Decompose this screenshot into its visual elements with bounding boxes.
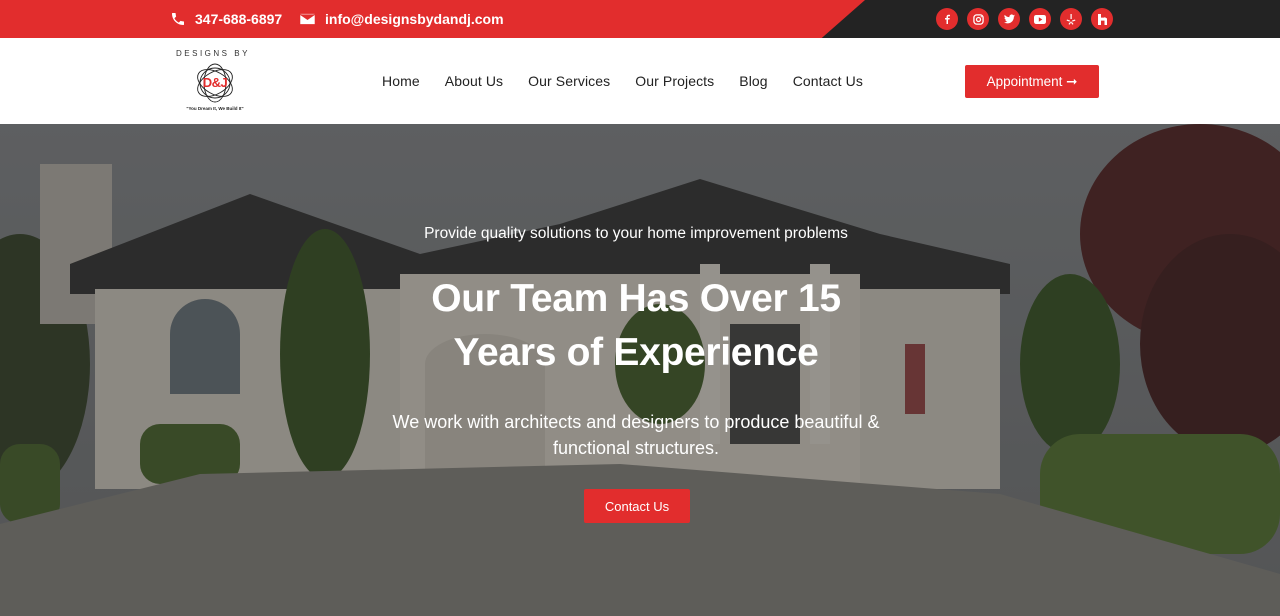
phone-number: 347-688-6897 [195, 11, 283, 27]
hero-headline: Our Team Has Over 15 Years of Experience [431, 277, 841, 374]
phone-link[interactable]: 347-688-6897 [170, 0, 282, 38]
hero-kicker: Provide quality solutions to your home i… [424, 225, 848, 242]
nav-contact-us[interactable]: Contact Us [793, 73, 863, 89]
hero-section: Provide quality solutions to your home i… [0, 124, 1280, 616]
main-nav: Home About Us Our Services Our Projects … [382, 38, 888, 124]
nav-our-projects[interactable]: Our Projects [635, 73, 714, 89]
hero-subtext: We work with architects and designers to… [392, 412, 880, 458]
nav-about-us[interactable]: About Us [445, 73, 503, 89]
email-address: info@designsbydandj.com [325, 11, 504, 27]
youtube-icon[interactable] [1029, 8, 1051, 30]
logo-mark: D&J [202, 75, 228, 90]
facebook-icon[interactable] [936, 8, 958, 30]
envelope-icon [299, 12, 316, 26]
site-header: DESIGNS BY D&J "You Dream It, We Build I… [0, 38, 1280, 124]
nav-blog[interactable]: Blog [739, 73, 767, 89]
hero-contact-button[interactable]: Contact Us [584, 489, 690, 523]
houzz-icon[interactable] [1091, 8, 1113, 30]
twitter-icon[interactable] [998, 8, 1020, 30]
logo-tagline: "You Dream It, We Build It" [186, 106, 244, 111]
instagram-icon[interactable] [967, 8, 989, 30]
social-links [936, 8, 1113, 30]
yelp-icon[interactable] [1060, 8, 1082, 30]
appointment-button[interactable]: Appointment ➞ [965, 65, 1099, 98]
phone-icon [172, 13, 184, 25]
nav-our-services[interactable]: Our Services [528, 73, 610, 89]
email-link[interactable]: info@designsbydandj.com [299, 0, 504, 38]
nav-home[interactable]: Home [382, 73, 420, 89]
logo-top-text: DESIGNS BY [176, 49, 250, 58]
top-bar: 347-688-6897 info@designsbydandj.com [0, 0, 1280, 38]
site-logo[interactable]: DESIGNS BY D&J "You Dream It, We Build I… [170, 46, 260, 116]
